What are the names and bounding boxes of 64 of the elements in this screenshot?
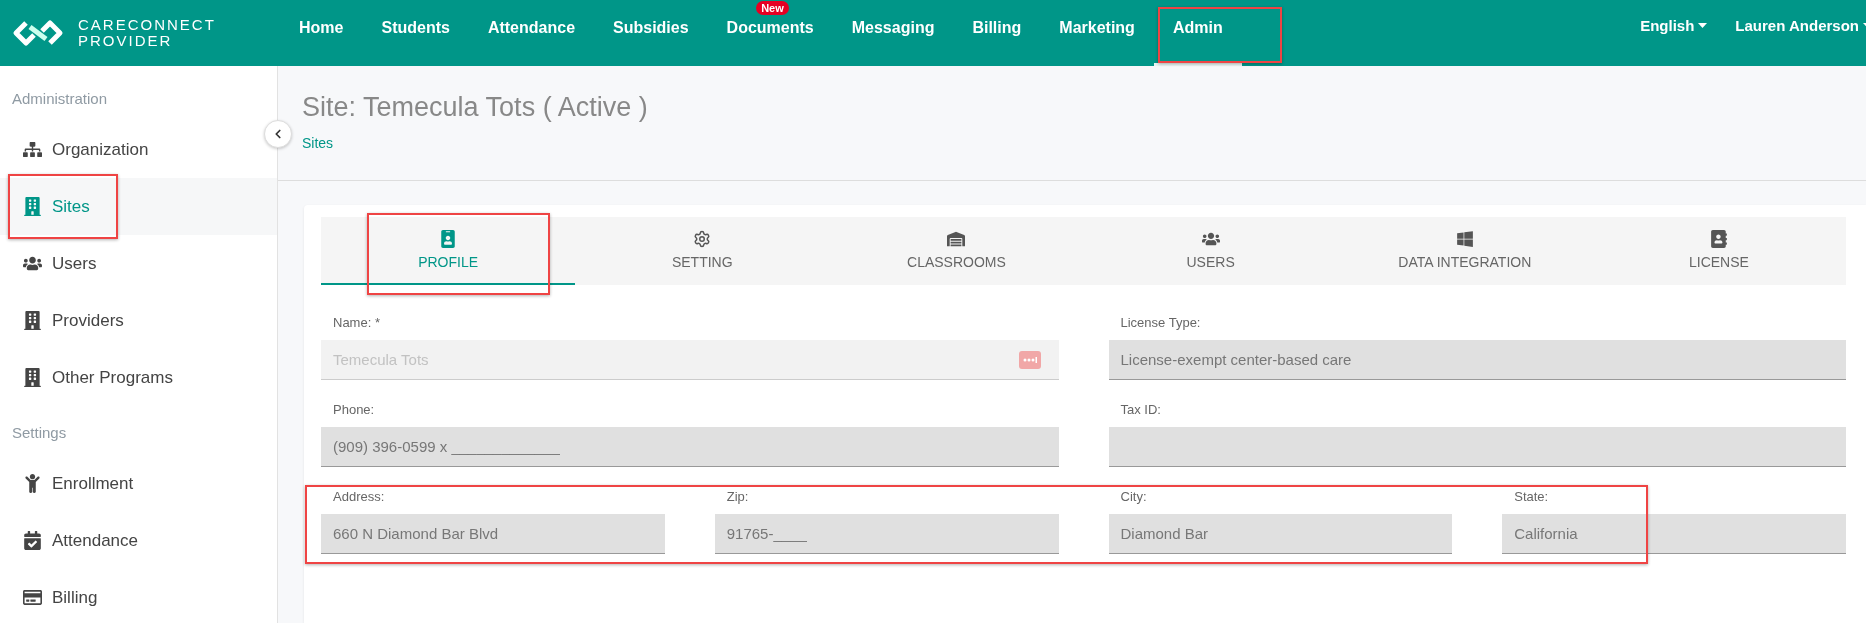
field-label: Zip: [725, 489, 750, 506]
users-icon [1201, 230, 1220, 248]
brand-name: CARECONNECT [78, 17, 216, 33]
nav-link[interactable]: Home [280, 19, 363, 66]
caret-icon [1698, 22, 1708, 28]
tab[interactable]: SETTING [575, 217, 830, 285]
windows-grid-icon [1455, 230, 1474, 248]
tab[interactable]: LICENSE [1591, 217, 1847, 285]
calendar-check-icon [23, 531, 42, 550]
input-field[interactable]: Diamond Bar [1108, 514, 1453, 554]
section-title: Settings [11, 423, 68, 443]
input-field[interactable]: California [1502, 514, 1846, 554]
nav-link[interactable]: Documents [707, 19, 833, 66]
nav-link[interactable]: Attendance [468, 19, 595, 66]
sidebar-item[interactable]: Attendance [0, 512, 259, 569]
tab[interactable]: CLASSROOMS [829, 217, 1084, 285]
input-field[interactable] [1108, 427, 1846, 467]
credit-card-icon [23, 588, 42, 607]
password-manager-icon [1018, 351, 1041, 369]
id-card-icon [439, 230, 458, 248]
field-label: State: [1513, 489, 1550, 506]
nav-link[interactable]: Students [362, 19, 469, 66]
breadcrumb-link[interactable]: Sites [302, 135, 334, 151]
nav-link[interactable]: Marketing [1040, 19, 1154, 66]
person-icon [23, 474, 42, 493]
page-title: Site: Temecula Tots ( Active ) [302, 92, 649, 123]
input-field[interactable]: License-exempt center-based care [1108, 340, 1846, 380]
sitemap-icon [23, 140, 42, 159]
field-label: Address: [332, 489, 386, 506]
user-menu[interactable]: Lauren Anderson [1735, 16, 1866, 34]
input-field[interactable]: (909) 396-0599 x _____________ [321, 427, 1059, 467]
sidebar-item[interactable]: Billing [0, 569, 259, 623]
building-icon [23, 368, 42, 387]
building-icon [23, 197, 42, 216]
language-dropdown[interactable]: English [1640, 16, 1708, 34]
warehouse-icon [947, 230, 966, 248]
tab[interactable]: USERS [1083, 217, 1338, 285]
tab[interactable]: PROFILE [321, 217, 576, 285]
contact-book-icon [1709, 230, 1728, 248]
sidebar-item[interactable]: Enrollment [0, 455, 259, 512]
field-label: Phone: [332, 402, 376, 419]
field-label: Name: * [332, 315, 381, 332]
section-title: Administration [11, 89, 109, 109]
collapse-button[interactable] [264, 120, 292, 148]
brand-subtitle: PROVIDER [78, 33, 174, 49]
new-badge: New [756, 1, 789, 15]
sidebar-item[interactable]: Users [0, 235, 259, 292]
sidebar-item[interactable]: Sites [0, 178, 277, 235]
tab[interactable]: DATA INTEGRATION [1337, 217, 1592, 285]
sidebar-item[interactable]: Providers [0, 292, 259, 349]
nav-link[interactable]: Billing [953, 19, 1041, 66]
nav-link[interactable]: Messaging [832, 19, 954, 66]
sidebar-item[interactable]: Other Programs [0, 349, 259, 406]
gear-icon [693, 230, 712, 248]
field-label: License Type: [1119, 315, 1202, 332]
input-field[interactable]: 660 N Diamond Bar Blvd [321, 514, 665, 554]
building-icon [23, 311, 42, 330]
nav-link[interactable]: Admin [1153, 19, 1242, 66]
nav-link[interactable]: Subsidies [594, 19, 708, 66]
field-label: City: [1119, 489, 1148, 506]
input-field[interactable]: 91765-____ [714, 514, 1059, 554]
field-label: Tax ID: [1119, 402, 1162, 419]
users-icon [23, 254, 42, 273]
sidebar-item[interactable]: Organization [0, 121, 259, 178]
